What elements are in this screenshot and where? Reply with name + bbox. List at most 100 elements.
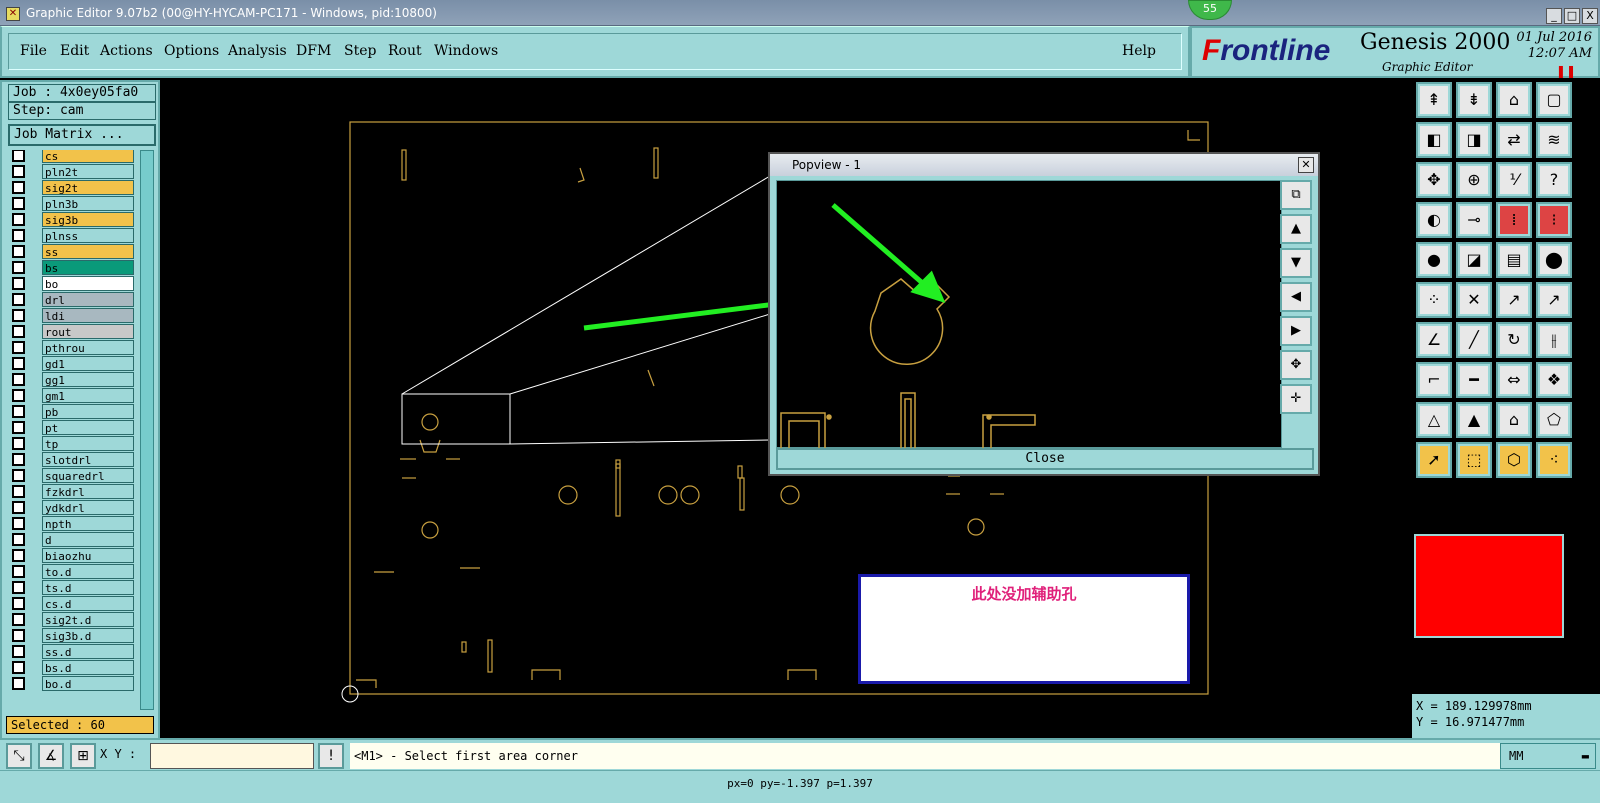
layer-row[interactable]: gm1: [8, 388, 140, 403]
layer-name[interactable]: sig2t.d: [42, 612, 134, 627]
menu-rout[interactable]: Rout: [388, 43, 422, 59]
layer-scrollbar[interactable]: [140, 150, 154, 710]
shape-icon[interactable]: ⬠: [1536, 402, 1572, 438]
line-color-icon[interactable]: ◪: [1456, 242, 1492, 278]
layer-name[interactable]: pt: [42, 420, 134, 435]
layer-checkbox[interactable]: [12, 229, 25, 242]
layer-checkbox[interactable]: [12, 341, 25, 354]
layer-name[interactable]: slotdrl: [42, 452, 134, 467]
units-select[interactable]: MM ▬: [1500, 743, 1596, 769]
corner-icon[interactable]: ⌐: [1416, 362, 1452, 398]
layer-checkbox[interactable]: [12, 357, 25, 370]
window-icon[interactable]: ▢: [1536, 82, 1572, 118]
layer-name[interactable]: sig3b: [42, 212, 134, 227]
select-arrow-icon[interactable]: ➚: [1416, 442, 1452, 478]
layer-name[interactable]: ss: [42, 244, 134, 259]
layer-checkbox[interactable]: [12, 661, 25, 674]
layer-row[interactable]: plnss: [8, 228, 140, 243]
layer-name[interactable]: ts.d: [42, 580, 134, 595]
layer-row[interactable]: squaredrl: [8, 468, 140, 483]
layer-name[interactable]: ldi: [42, 308, 134, 323]
layer-name[interactable]: cs: [42, 150, 134, 163]
connect-icon[interactable]: ↗: [1496, 282, 1532, 318]
layer-name[interactable]: tp: [42, 436, 134, 451]
layer-checkbox[interactable]: [12, 677, 25, 690]
layer-row[interactable]: sig3b: [8, 212, 140, 227]
pan-right-icon[interactable]: ◨: [1456, 122, 1492, 158]
layer-name[interactable]: bo.d: [42, 676, 134, 691]
layer-name[interactable]: fzkdrl: [42, 484, 134, 499]
layer-name[interactable]: ss.d: [42, 644, 134, 659]
layer-row[interactable]: drl: [8, 292, 140, 307]
layer-row[interactable]: rout: [8, 324, 140, 339]
layer-checkbox[interactable]: [12, 245, 25, 258]
layer-name[interactable]: pln2t: [42, 164, 134, 179]
warning-icon[interactable]: !: [318, 743, 344, 769]
layer-checkbox[interactable]: [12, 261, 25, 274]
layer-name[interactable]: to.d: [42, 564, 134, 579]
layer-checkbox[interactable]: [12, 485, 25, 498]
menu-options[interactable]: Options: [164, 43, 219, 59]
fit-icon[interactable]: ✥: [1416, 162, 1452, 198]
layer-row[interactable]: d: [8, 532, 140, 547]
layer-checkbox[interactable]: [12, 405, 25, 418]
pan-left-icon[interactable]: ◧: [1416, 122, 1452, 158]
job-matrix-button[interactable]: Job Matrix ...: [8, 124, 156, 146]
layer-row[interactable]: bs.d: [8, 660, 140, 675]
measure-icon[interactable]: ⊸: [1456, 202, 1492, 238]
menu-edit[interactable]: Edit: [60, 43, 89, 59]
menu-step[interactable]: Step: [344, 43, 376, 59]
page-down-icon[interactable]: ⇟: [1456, 82, 1492, 118]
layer-row[interactable]: tp: [8, 436, 140, 451]
select-box-icon[interactable]: ⬚: [1456, 442, 1492, 478]
layer-name[interactable]: pb: [42, 404, 134, 419]
pop-pan-right-button[interactable]: ▶: [1280, 316, 1312, 346]
layer-checkbox[interactable]: [12, 437, 25, 450]
layer-row[interactable]: bo.d: [8, 676, 140, 691]
layer-name[interactable]: pthrou: [42, 340, 134, 355]
layer-row[interactable]: sig2t: [8, 180, 140, 195]
layer-row[interactable]: fzkdrl: [8, 484, 140, 499]
layer-checkbox[interactable]: [12, 629, 25, 642]
layer-name[interactable]: rout: [42, 324, 134, 339]
layer-name[interactable]: pln3b: [42, 196, 134, 211]
layer-name[interactable]: ydkdrl: [42, 500, 134, 515]
layer-row[interactable]: pln3b: [8, 196, 140, 211]
popview-close-icon[interactable]: ✕: [1298, 157, 1314, 173]
pause-icon[interactable]: ❚❚: [1556, 64, 1576, 78]
layer-checkbox[interactable]: [12, 165, 25, 178]
select-poly-icon[interactable]: ⬡: [1496, 442, 1532, 478]
layer-name[interactable]: npth: [42, 516, 134, 531]
layer-name[interactable]: gd1: [42, 356, 134, 371]
layer-checkbox[interactable]: [12, 533, 25, 546]
zigzag-icon[interactable]: ≋: [1536, 122, 1572, 158]
layer-row[interactable]: cs.d: [8, 596, 140, 611]
layer-row[interactable]: sig2t.d: [8, 612, 140, 627]
layer-checkbox[interactable]: [12, 549, 25, 562]
layer-row[interactable]: bo: [8, 276, 140, 291]
zoom-area-icon[interactable]: ⊕: [1456, 162, 1492, 198]
layer-name[interactable]: bo: [42, 276, 134, 291]
nodes-icon[interactable]: ⁘: [1416, 282, 1452, 318]
pop-pan-left-button[interactable]: ◀: [1280, 282, 1312, 312]
layer-checkbox[interactable]: [12, 389, 25, 402]
layer-checkbox[interactable]: [12, 501, 25, 514]
minimize-button[interactable]: _: [1546, 8, 1562, 24]
layer-row[interactable]: ts.d: [8, 580, 140, 595]
layer-row[interactable]: ss.d: [8, 644, 140, 659]
layer-checkbox[interactable]: [12, 613, 25, 626]
layer-checkbox[interactable]: [12, 565, 25, 578]
menu-windows[interactable]: Windows: [434, 43, 498, 59]
layer-checkbox[interactable]: [12, 277, 25, 290]
connect2-icon[interactable]: ↗: [1536, 282, 1572, 318]
home-icon[interactable]: ⌂: [1496, 82, 1532, 118]
layer-name[interactable]: squaredrl: [42, 468, 134, 483]
net-red-icon[interactable]: ⁝: [1536, 202, 1572, 238]
mirror-icon[interactable]: ⫲: [1536, 322, 1572, 358]
arch-icon[interactable]: ⌂: [1496, 402, 1532, 438]
layer-checkbox[interactable]: [12, 645, 25, 658]
diagonal-icon[interactable]: ╱: [1456, 322, 1492, 358]
layer-name[interactable]: drl: [42, 292, 134, 307]
layer-row[interactable]: gg1: [8, 372, 140, 387]
layer-name[interactable]: sig3b.d: [42, 628, 134, 643]
